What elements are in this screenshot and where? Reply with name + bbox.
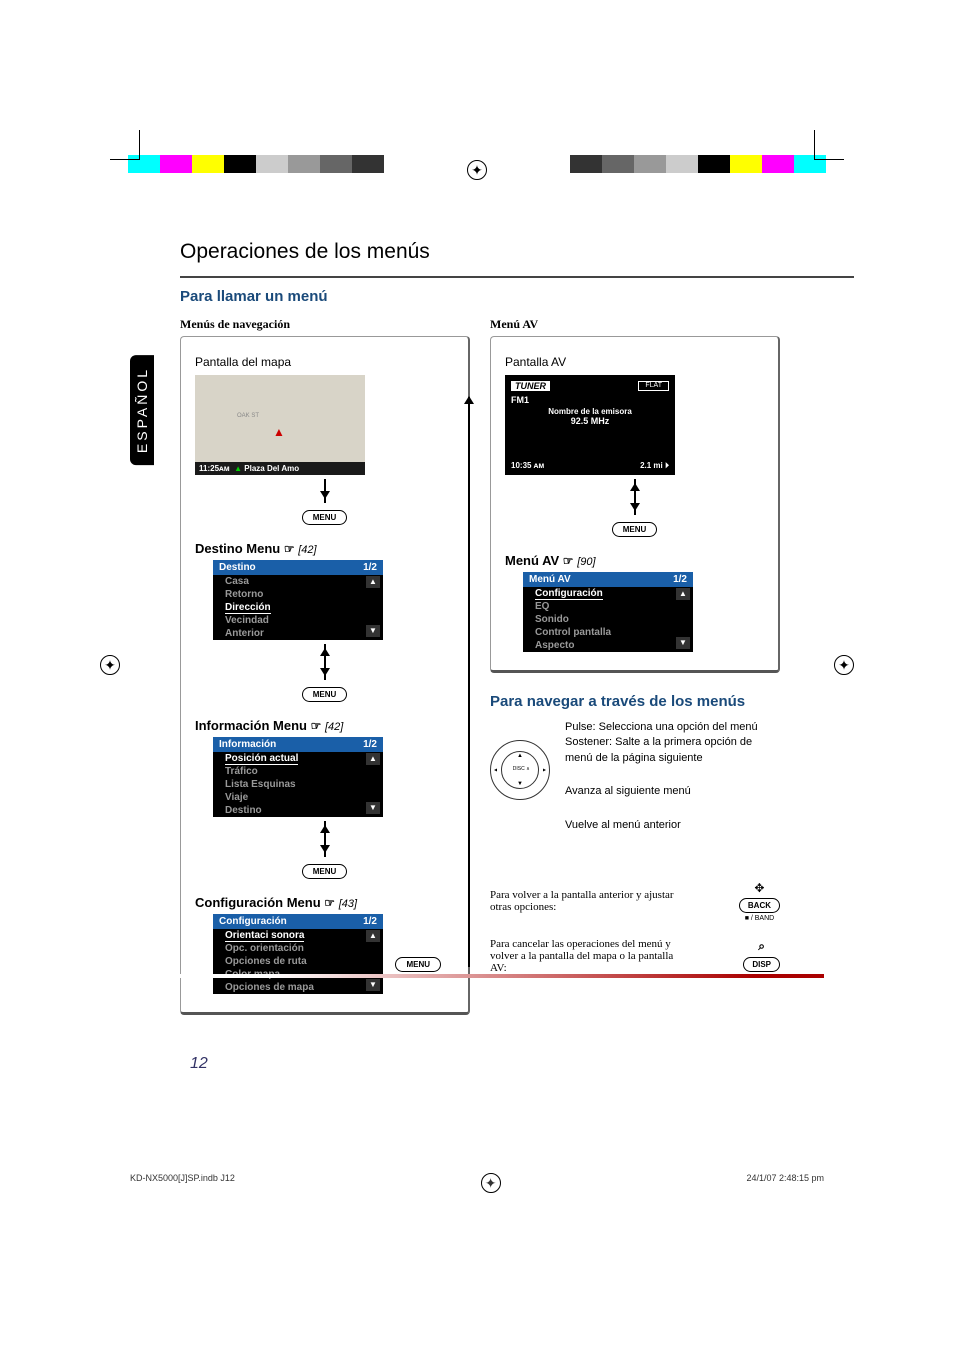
disp-button[interactable]: DISP	[743, 957, 780, 972]
nav-through-heading: Para navegar a través de los menús	[490, 693, 780, 710]
arrow-down-icon	[324, 479, 326, 503]
dial-legend: Pulse: Selecciona una opción del menúSos…	[565, 720, 780, 851]
av-screenshot: TUNERFLAT FM1 Nombre de la emisora 92.5 …	[505, 375, 675, 475]
nav-menus-heading: Menús de navegación	[180, 317, 470, 332]
avmenu-title: Menú AV ☞ [90]	[505, 553, 764, 568]
arrow-both-icon	[315, 644, 335, 680]
scroll-down-icon: ▼	[366, 625, 380, 637]
title-rule	[180, 276, 854, 278]
flow-arrow-return	[468, 397, 470, 967]
crop-top-right	[814, 130, 844, 160]
back-sublabel: ■ / BAND	[739, 915, 780, 922]
back-note: Para volver a la pantalla anterior y aju…	[490, 889, 680, 913]
destino-menu: Destino1/2 Casa Retorno Dirección Vecind…	[213, 560, 383, 640]
arrow-head-up	[464, 391, 474, 404]
footer-timestamp: 24/1/07 2:48:15 pm	[746, 1173, 824, 1193]
destino-title: Destino Menu ☞ [42]	[195, 541, 454, 556]
page-number: 12	[190, 1055, 854, 1073]
map-caption: Pantalla del mapa	[195, 355, 454, 369]
config-menu: Configuración1/2 Orientaci sonora Opc. o…	[213, 914, 383, 994]
language-tab: ESPAÑOL	[130, 355, 154, 465]
config-title: Configuración Menu ☞ [43]	[195, 895, 454, 910]
map-screenshot: OAK ST ▲ 11:25ᴀᴍ ▲ Plaza Del Amo	[195, 375, 365, 475]
registration-mark-right	[834, 655, 854, 675]
info-title: Información Menu ☞ [42]	[195, 718, 454, 733]
registration-mark-bottom	[481, 1173, 501, 1193]
av-menu: Menú AV1/2 Configuración EQ Sonido Contr…	[523, 572, 693, 652]
nav-panel: Pantalla del mapa OAK ST ▲ 11:25ᴀᴍ ▲ Pla…	[180, 336, 470, 1015]
crop-top-left	[110, 130, 140, 160]
footer-gradient	[130, 974, 824, 978]
menu-button[interactable]: MENU	[302, 864, 348, 879]
section-heading: Para llamar un menú	[180, 288, 854, 305]
menu-button[interactable]: MENU	[302, 687, 348, 702]
print-color-bar-left	[128, 155, 384, 173]
menu-button[interactable]: MENU	[395, 957, 441, 972]
scroll-up-icon: ▲	[366, 576, 380, 588]
av-panel: Pantalla AV TUNERFLAT FM1 Nombre de la e…	[490, 336, 780, 673]
registration-mark-top	[467, 160, 487, 180]
page-title: Operaciones de los menús	[180, 240, 854, 264]
av-caption: Pantalla AV	[505, 355, 764, 369]
print-color-bar-right	[570, 155, 826, 173]
back-button[interactable]: BACK	[739, 898, 780, 913]
menu-button[interactable]: MENU	[302, 510, 348, 525]
next-icon: ⏭	[386, 594, 400, 606]
prev-icon: ⏮	[196, 594, 210, 606]
disp-note: Para cancelar las operaciones del menú y…	[490, 938, 680, 974]
info-menu: Información1/2 Posición actual Tráfico L…	[213, 737, 383, 817]
registration-mark-left	[100, 655, 120, 675]
menu-button[interactable]: MENU	[612, 522, 658, 537]
av-menu-heading: Menú AV	[490, 317, 780, 332]
footer-filename: KD-NX5000[J]SP.indb J12	[130, 1173, 235, 1193]
control-dial[interactable]: ◂ DISC ∧ ▸	[490, 740, 550, 800]
map-pin-icon: ▲	[273, 425, 285, 439]
